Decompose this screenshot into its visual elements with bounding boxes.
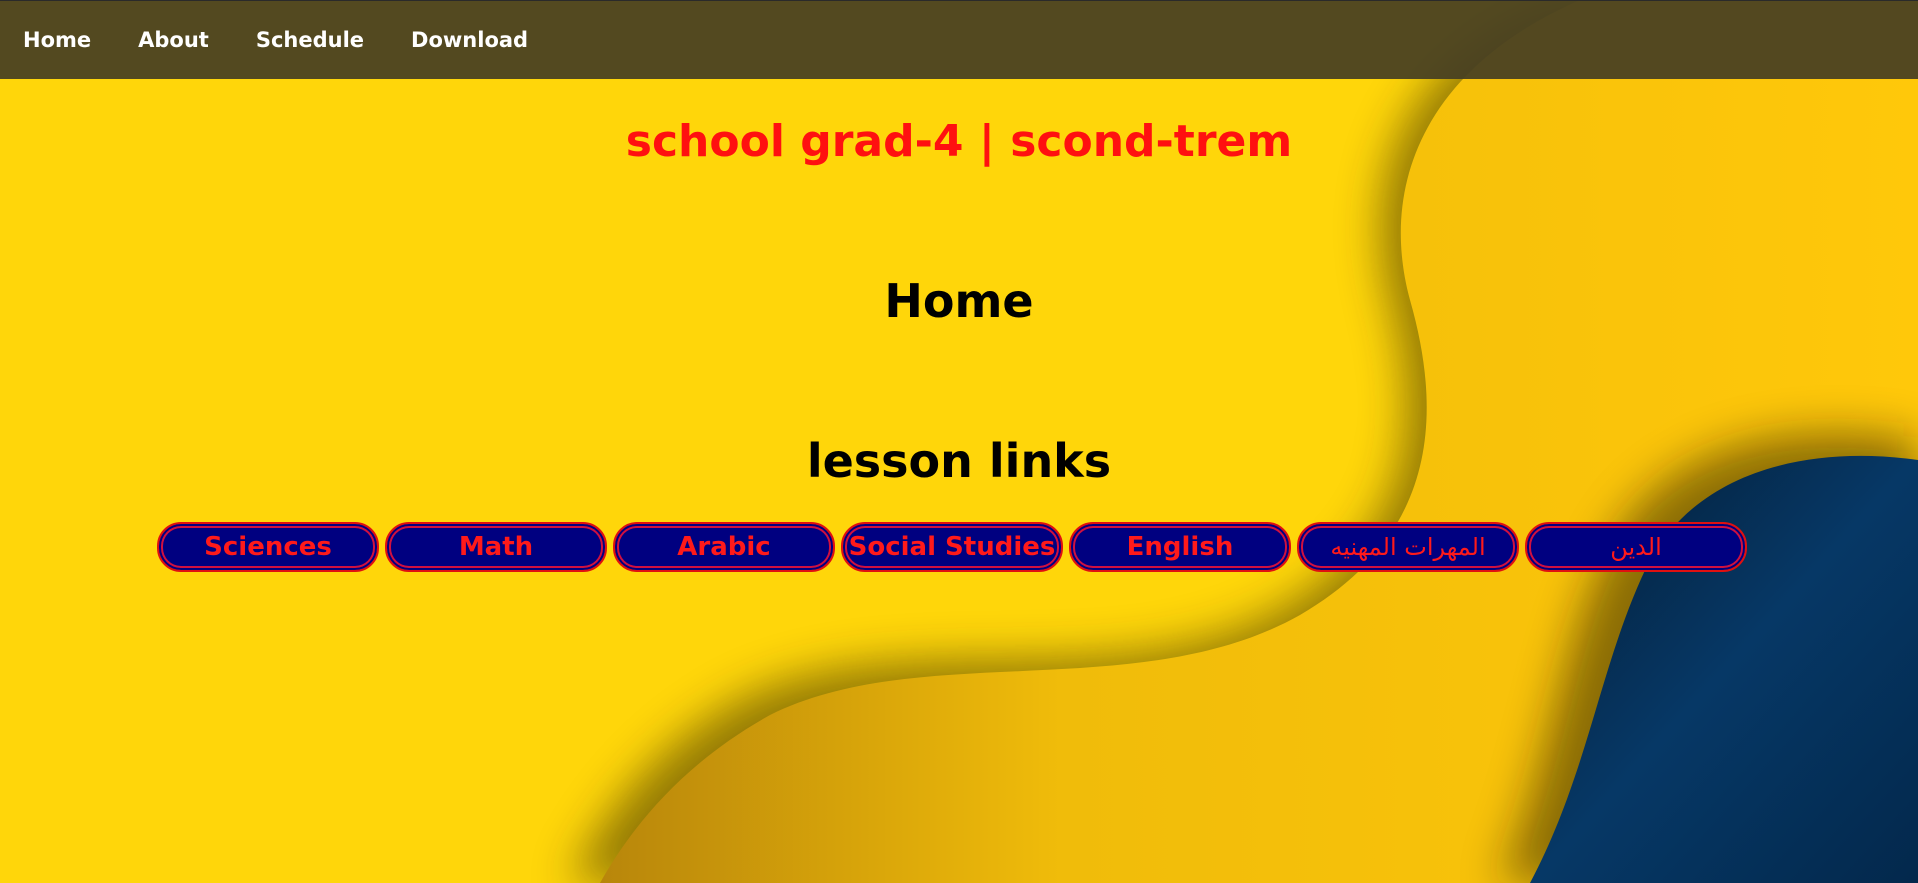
lesson-button-social-studies[interactable]: Social Studies [841, 522, 1063, 572]
nav-link-schedule[interactable]: Schedule [256, 28, 364, 52]
home-heading: Home [884, 274, 1034, 328]
lesson-button-math[interactable]: Math [385, 522, 607, 572]
lesson-button-professional-skills[interactable]: المهرات المهنيه [1297, 522, 1519, 572]
nav-link-about[interactable]: About [138, 28, 209, 52]
lesson-button-english[interactable]: English [1069, 522, 1291, 572]
top-nav-bar: Home About Schedule Download [0, 0, 1918, 79]
nav-link-download[interactable]: Download [411, 28, 528, 52]
lesson-links-row: Sciences Math Arabic Social Studies Engl… [157, 522, 1747, 572]
lesson-links-heading: lesson links [806, 434, 1112, 488]
nav-link-home[interactable]: Home [23, 28, 91, 52]
site-title: school grad-4 | scond-trem [625, 116, 1293, 167]
lesson-button-sciences[interactable]: Sciences [157, 522, 379, 572]
lesson-button-arabic[interactable]: Arabic [613, 522, 835, 572]
lesson-button-religion[interactable]: الدين [1525, 522, 1747, 572]
